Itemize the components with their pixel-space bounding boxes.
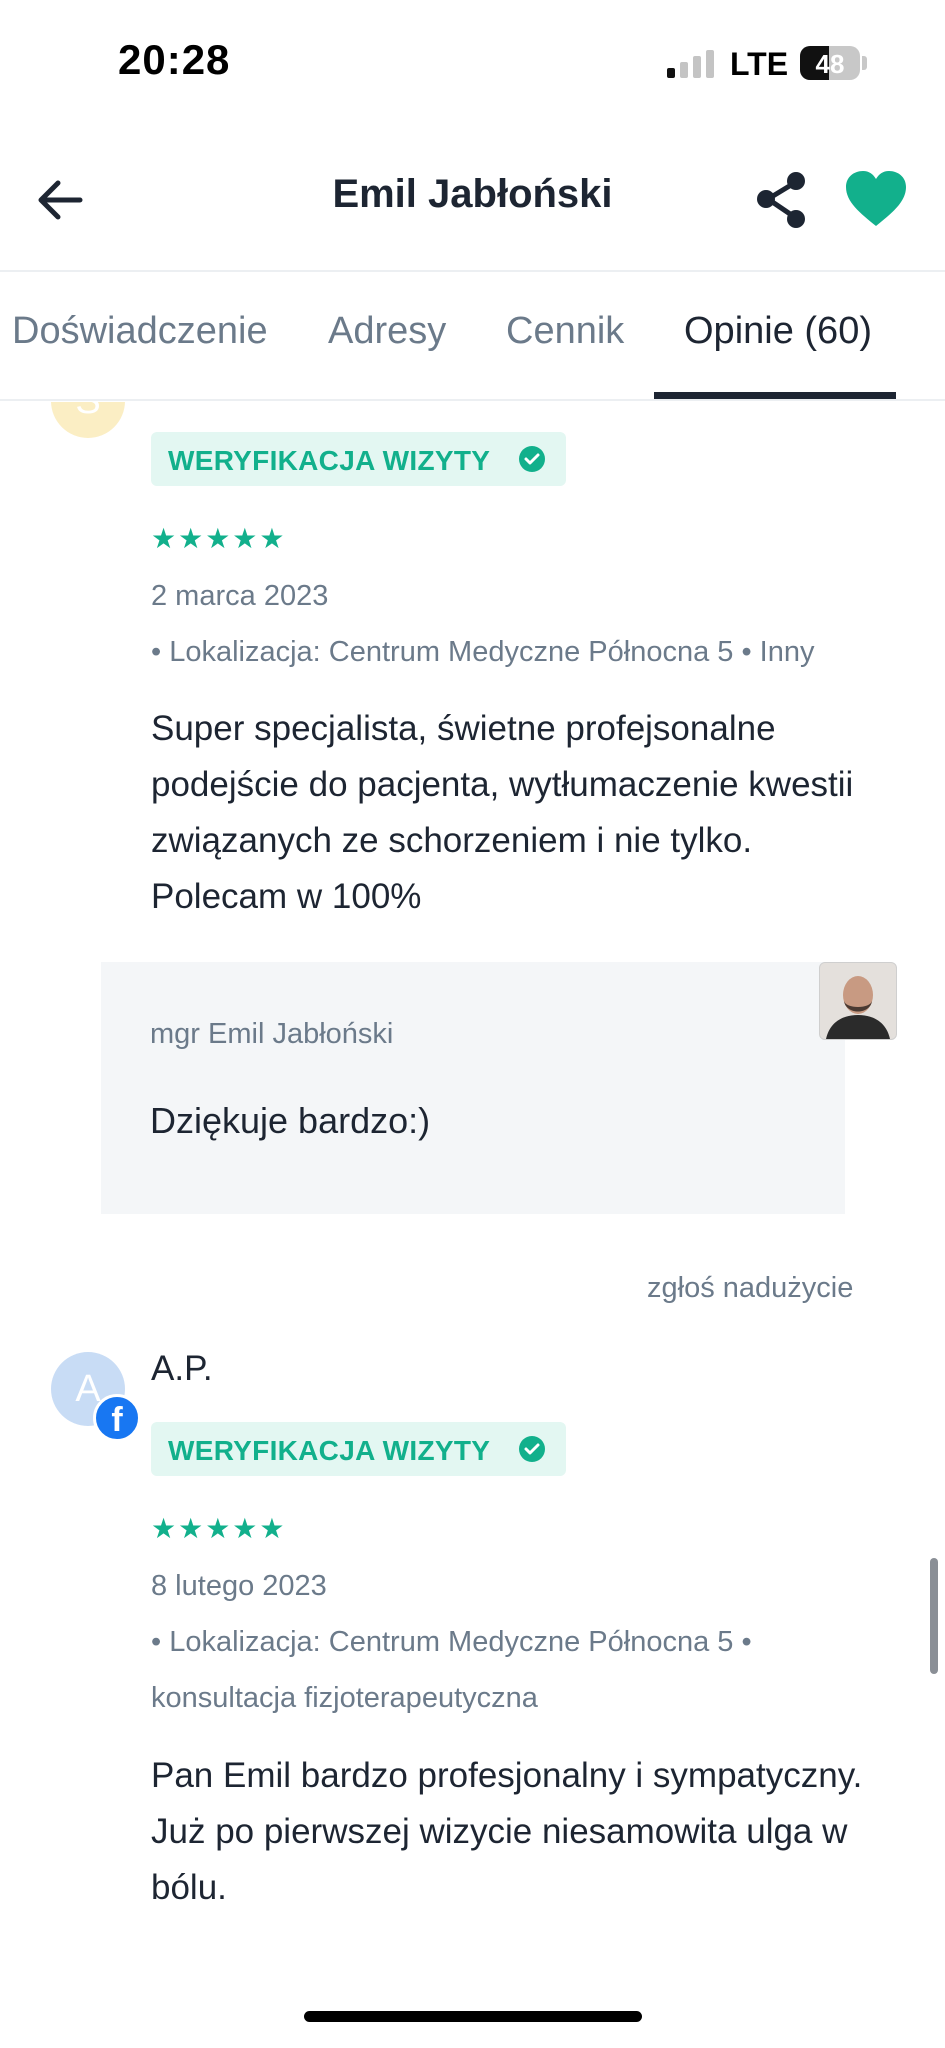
verification-badge: WERYFIKACJA WIZYTY (151, 432, 566, 486)
facebook-icon: f (93, 1394, 141, 1442)
signal-icon (667, 48, 715, 78)
verification-badge: WERYFIKACJA WIZYTY (151, 1422, 566, 1476)
review-text: Super specjalista, świetne profejsonalne… (151, 709, 854, 916)
reply-author: mgr Emil Jabłoński (150, 1018, 394, 1050)
review-location: • Lokalizacja: Centrum Medyczne Północna… (151, 1626, 752, 1714)
check-circle-icon (519, 446, 545, 472)
header-divider (0, 270, 945, 272)
status-time: 20:28 (118, 36, 231, 83)
doctor-photo (819, 962, 897, 1040)
tab-experience[interactable]: Doświadczenie (12, 310, 268, 353)
tab-addresses[interactable]: Adresy (328, 310, 446, 353)
battery-icon: 48 (800, 46, 860, 80)
battery-cap (862, 56, 867, 70)
active-tab-indicator (654, 392, 896, 399)
verification-label: WERYFIKACJA WIZYTY (168, 445, 491, 476)
review-text: Pan Emil bardzo profesjonalny i sympatyc… (151, 1756, 863, 1907)
scrollbar[interactable] (930, 1558, 938, 1674)
share-button[interactable] (750, 168, 814, 232)
tab-prices[interactable]: Cennik (506, 310, 624, 353)
tabs-divider (0, 399, 945, 401)
reply-text: Dziękuje bardzo:) (150, 1100, 431, 1141)
avatar: S (51, 402, 125, 438)
share-icon (757, 172, 805, 228)
review-date: 8 lutego 2023 (151, 1570, 327, 1602)
doctor-photo-image (820, 963, 896, 1039)
report-abuse-link[interactable]: zgłoś nadużycie (647, 1272, 853, 1305)
home-indicator (304, 2011, 642, 2022)
review-location: • Lokalizacja: Centrum Medyczne Północna… (151, 636, 815, 668)
favorite-button[interactable] (842, 168, 910, 232)
check-circle-icon (519, 1436, 545, 1462)
review-date: 2 marca 2023 (151, 580, 329, 612)
star-rating: ★★★★★ (151, 523, 287, 554)
doctor-reply (101, 962, 845, 1214)
heart-icon (846, 171, 906, 226)
verification-label: WERYFIKACJA WIZYTY (168, 1435, 491, 1466)
star-rating: ★★★★★ (151, 1513, 287, 1544)
battery-percent: 48 (815, 49, 845, 79)
network-type: LTE (730, 46, 789, 82)
tab-reviews[interactable]: Opinie (60) (684, 310, 872, 353)
review-author: A.P. (151, 1349, 213, 1388)
